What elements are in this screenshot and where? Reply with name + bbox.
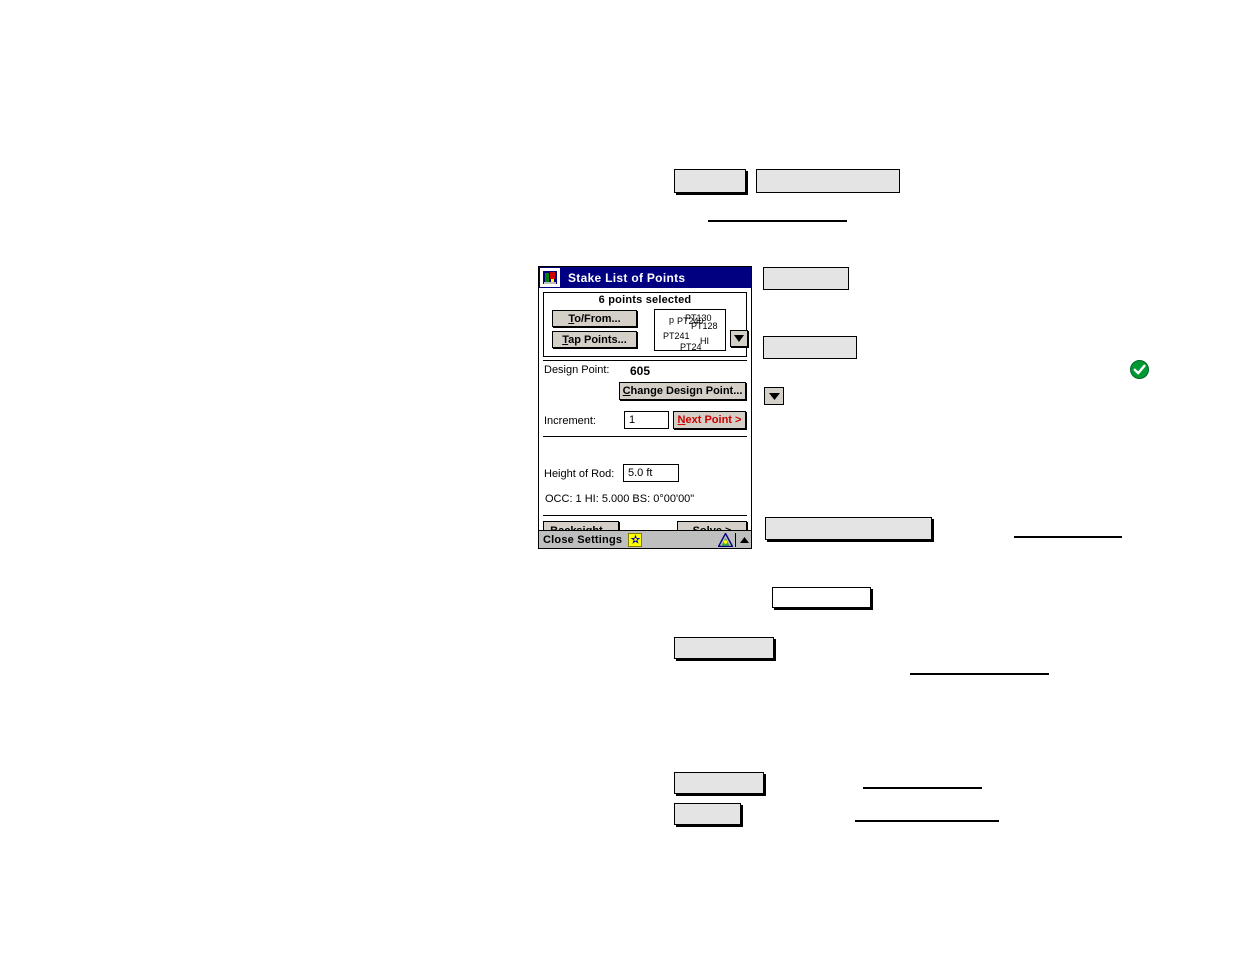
callout-9 bbox=[674, 803, 741, 825]
rule-2 bbox=[1014, 536, 1122, 538]
next-point-label: Next Point > bbox=[677, 414, 742, 426]
callout-7 bbox=[674, 637, 774, 659]
section-divider-2 bbox=[543, 436, 747, 437]
points-group-box: 6 points selected To/From... Tap Points.… bbox=[543, 292, 748, 357]
chevron-down-icon bbox=[768, 392, 780, 400]
chevron-down-icon bbox=[734, 335, 744, 342]
point-list-dropdown-button[interactable] bbox=[730, 330, 748, 347]
points-selected-caption: 6 points selected bbox=[598, 294, 692, 306]
change-design-point-button[interactable]: Change Design Point... bbox=[619, 382, 746, 400]
rule-3 bbox=[910, 673, 1049, 675]
design-point-value: 605 bbox=[630, 364, 651, 378]
rule-1 bbox=[708, 220, 847, 222]
section-divider-3 bbox=[543, 515, 747, 516]
callout-5 bbox=[765, 517, 932, 540]
list-item[interactable]: p bbox=[669, 316, 674, 325]
tap-points-label: Tap Points... bbox=[562, 333, 627, 346]
window-client-area: 6 points selected To/From... Tap Points.… bbox=[539, 288, 751, 540]
height-of-rod-input[interactable] bbox=[623, 464, 679, 482]
increment-label: Increment: bbox=[544, 415, 596, 427]
change-design-point-label: Change Design Point... bbox=[622, 385, 743, 397]
rule-5 bbox=[855, 820, 999, 822]
height-of-rod-label: Height of Rod: bbox=[544, 468, 615, 480]
occupation-status-line: OCC: 1 HI: 5.000 BS: 0°00'00" bbox=[545, 493, 695, 505]
scroll-up-arrow-icon[interactable] bbox=[738, 532, 750, 548]
to-from-label: To/From... bbox=[568, 312, 621, 325]
survey-triangle-icon[interactable] bbox=[717, 532, 733, 547]
list-item[interactable]: PT128 bbox=[691, 322, 718, 331]
increment-input[interactable] bbox=[624, 411, 669, 429]
app-icon bbox=[540, 268, 560, 287]
callout-4 bbox=[763, 336, 857, 359]
tap-points-button[interactable]: Tap Points... bbox=[552, 331, 637, 348]
selected-points-list[interactable]: PT130 p PT240 PT128 PT241 HI PT24 bbox=[654, 309, 726, 351]
status-bar-right-group bbox=[717, 531, 751, 548]
rule-4 bbox=[863, 787, 982, 789]
section-divider-1 bbox=[543, 360, 747, 361]
close-settings-button[interactable]: Close Settings bbox=[543, 534, 622, 546]
to-from-button[interactable]: To/From... bbox=[552, 310, 637, 327]
status-bar: Close Settings bbox=[539, 530, 751, 548]
status-divider bbox=[735, 532, 736, 547]
design-point-label: Design Point: bbox=[544, 364, 610, 376]
list-item[interactable]: PT24 bbox=[680, 343, 702, 351]
window-title: Stake List of Points bbox=[568, 270, 686, 285]
callout-1 bbox=[674, 169, 746, 193]
stake-list-of-points-window: Stake List of Points 6 points selected T… bbox=[538, 266, 752, 549]
callout-8 bbox=[674, 772, 764, 794]
next-point-button[interactable]: Next Point > bbox=[673, 411, 746, 429]
callout-3 bbox=[763, 267, 849, 290]
green-check-icon bbox=[1130, 360, 1149, 379]
star-icon[interactable] bbox=[628, 532, 643, 547]
list-item[interactable]: PT241 bbox=[663, 332, 690, 341]
window-title-bar: Stake List of Points bbox=[539, 267, 751, 288]
callout-2 bbox=[756, 169, 900, 193]
callout-6 bbox=[772, 587, 871, 608]
dropdown-arrow-button[interactable] bbox=[764, 387, 784, 405]
